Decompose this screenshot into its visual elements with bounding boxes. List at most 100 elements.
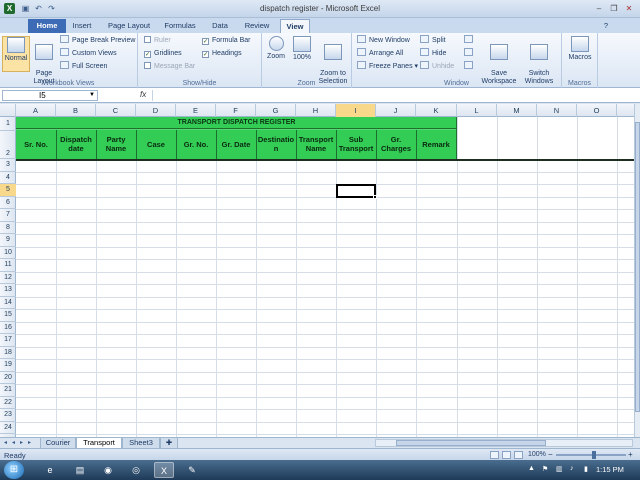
prev-sheet-icon[interactable]: ◂ (10, 439, 17, 448)
row-header-21[interactable]: 21 (0, 384, 16, 397)
zoom-to-selection-button[interactable]: Zoom to Selection (316, 36, 350, 86)
first-sheet-icon[interactable]: ◂ (2, 439, 9, 448)
scroll-thumb[interactable] (635, 122, 640, 412)
column-header-f[interactable]: F (216, 104, 256, 117)
column-header-n[interactable]: N (537, 104, 577, 117)
column-header-l[interactable]: L (457, 104, 497, 117)
switch-windows-button[interactable]: Switch Windows (520, 36, 558, 86)
network-icon[interactable]: ▥ (556, 465, 563, 473)
header-transport-name[interactable]: Transport Name (296, 131, 336, 157)
zoom-in-icon[interactable]: + (628, 450, 633, 459)
minimize-button[interactable]: – (592, 2, 606, 15)
header-case[interactable]: Case (136, 131, 176, 157)
row-header-1[interactable]: 1 (0, 117, 16, 131)
formula-bar-checkbox[interactable]: ✓ Formula Bar (202, 35, 251, 46)
zoom-button[interactable]: Zoom (264, 36, 288, 61)
column-header-j[interactable]: J (376, 104, 416, 117)
row-header-12[interactable]: 12 (0, 272, 16, 284)
message-bar-checkbox[interactable]: Message Bar (144, 61, 195, 72)
row-header-4[interactable]: 4 (0, 172, 16, 184)
header-gr-date[interactable]: Gr. Date (216, 131, 256, 157)
synchronous-scrolling-icon[interactable] (464, 48, 474, 59)
row-header-5[interactable]: 5 (0, 184, 16, 197)
page-break-icon[interactable] (514, 451, 523, 459)
tab-review[interactable]: Review (240, 19, 274, 33)
fill-handle[interactable] (373, 195, 377, 199)
paint-icon[interactable]: ✎ (182, 462, 202, 478)
chevron-down-icon[interactable]: ▼ (89, 91, 95, 100)
zoom-out-icon[interactable]: − (548, 450, 553, 459)
vertical-scrollbar[interactable] (634, 104, 640, 437)
headings-checkbox[interactable]: ✓ Headings (202, 48, 242, 59)
internet-explorer-icon[interactable]: e (40, 462, 60, 478)
row-header-7[interactable]: 7 (0, 209, 16, 222)
row-header-22[interactable]: 22 (0, 397, 16, 409)
row-header-9[interactable]: 9 (0, 234, 16, 247)
header-sub-transport[interactable]: Sub Transport (336, 131, 376, 157)
page-layout-icon[interactable] (502, 451, 511, 459)
active-cell-i5[interactable] (336, 184, 377, 199)
header-destination[interactable]: Destination (257, 131, 295, 157)
save-workspace-button[interactable]: Save Workspace (480, 36, 518, 86)
split-button[interactable]: Split (420, 35, 446, 46)
excel-taskbar-icon[interactable]: X (154, 462, 174, 478)
start-button[interactable]: ⊞ (4, 461, 24, 479)
table-title[interactable]: TRANSPORT DISPATCH REGISTER (16, 117, 457, 128)
arrange-all-button[interactable]: Arrange All (357, 48, 403, 59)
header-remark[interactable]: Remark (416, 131, 456, 157)
reset-window-position-icon[interactable] (464, 61, 474, 72)
freeze-panes-button[interactable]: Freeze Panes ▾ (357, 61, 418, 72)
hide-button[interactable]: Hide (420, 48, 446, 59)
row-header-13[interactable]: 13 (0, 284, 16, 297)
row-header-3[interactable]: 3 (0, 159, 16, 172)
custom-views-button[interactable]: Custom Views (60, 48, 117, 59)
macros-button[interactable]: Macros (564, 36, 596, 62)
page-break-preview-button[interactable]: Page Break Preview (60, 35, 135, 46)
row-header-10[interactable]: 10 (0, 247, 16, 259)
last-sheet-icon[interactable]: ▸ (26, 439, 33, 448)
column-header-b[interactable]: B (56, 104, 96, 117)
column-header-e[interactable]: E (176, 104, 216, 117)
chrome-icon[interactable]: ◎ (126, 462, 146, 478)
header-gr-charges[interactable]: Gr. Charges (376, 131, 416, 157)
media-player-icon[interactable]: ◉ (98, 462, 118, 478)
zoom-slider[interactable] (556, 454, 626, 456)
worksheet-grid[interactable]: TRANSPORT DISPATCH REGISTER Sr. No. Disp… (16, 117, 634, 437)
gridlines-checkbox[interactable]: ✓ Gridlines (144, 48, 182, 59)
normal-view-button[interactable]: Normal (2, 36, 30, 72)
normal-view-icon[interactable] (490, 451, 499, 459)
column-header-m[interactable]: M (497, 104, 537, 117)
column-header-i[interactable]: I (336, 104, 376, 117)
tab-home[interactable]: Home (28, 19, 66, 33)
new-window-button[interactable]: New Window (357, 35, 410, 46)
view-side-by-side-icon[interactable] (464, 35, 474, 46)
column-header-c[interactable]: C (96, 104, 136, 117)
header-sr-no[interactable]: Sr. No. (16, 131, 56, 157)
row-header-11[interactable]: 11 (0, 259, 16, 272)
tab-formulas[interactable]: Formulas (160, 19, 200, 33)
row-header-17[interactable]: 17 (0, 334, 16, 347)
ruler-checkbox[interactable]: Ruler (144, 35, 171, 46)
column-header-d[interactable]: D (136, 104, 176, 117)
row-header-24[interactable]: 24 (0, 422, 16, 434)
column-header-o[interactable]: O (577, 104, 617, 117)
row-header-8[interactable]: 8 (0, 222, 16, 234)
tab-data[interactable]: Data (206, 19, 234, 33)
tab-view[interactable]: View (280, 19, 310, 33)
tab-page-layout[interactable]: Page Layout (104, 19, 154, 33)
row-header-6[interactable]: 6 (0, 197, 16, 209)
help-icon[interactable]: ? (600, 19, 612, 33)
insert-function-icon[interactable]: fx (140, 90, 146, 99)
clock[interactable]: 1:15 PM (596, 465, 624, 474)
header-party-name[interactable]: Party Name (96, 131, 136, 157)
formula-input[interactable] (152, 90, 630, 101)
scroll-thumb[interactable] (396, 440, 546, 446)
row-header-15[interactable]: 15 (0, 309, 16, 322)
row-header-18[interactable]: 18 (0, 347, 16, 359)
next-sheet-icon[interactable]: ▸ (18, 439, 25, 448)
tab-insert[interactable]: Insert (68, 19, 96, 33)
header-dispatch-date[interactable]: Dispatch date (56, 131, 96, 157)
row-header-16[interactable]: 16 (0, 322, 16, 334)
folder-icon[interactable]: ▤ (70, 462, 90, 478)
column-header-g[interactable]: G (256, 104, 296, 117)
